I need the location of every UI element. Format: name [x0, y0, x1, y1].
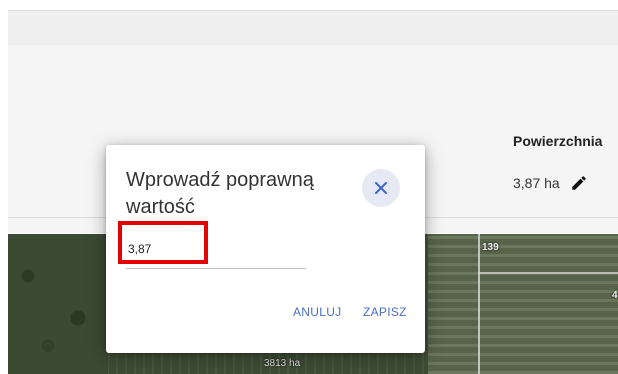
parcel-number-label: 139: [482, 242, 499, 253]
dialog-title: Wprowadź poprawną wartość: [126, 169, 314, 218]
parcel-area-label: 3813 ha: [264, 358, 301, 369]
close-icon: [375, 182, 387, 194]
pencil-icon[interactable]: [570, 174, 588, 192]
top-bar: [8, 10, 618, 46]
edit-value-dialog: Wprowadź poprawną wartość ANULUJ ZAPISZ: [106, 145, 425, 353]
area-value-row: 3,87 ha: [513, 174, 588, 192]
parcel-boundary-line: [478, 234, 480, 374]
value-input[interactable]: [126, 232, 303, 266]
value-field: [126, 232, 306, 269]
parcel-boundary-line: [478, 272, 618, 274]
close-button[interactable]: [362, 169, 400, 207]
parcel-side-label: 4: [612, 290, 618, 301]
map-field-orchard: [428, 234, 618, 374]
area-value: 3,87 ha: [513, 175, 560, 191]
map-field-forest: [8, 234, 108, 374]
cancel-button[interactable]: ANULUJ: [293, 305, 341, 319]
area-label: Powierzchnia: [513, 133, 603, 149]
save-button[interactable]: ZAPISZ: [363, 305, 407, 319]
